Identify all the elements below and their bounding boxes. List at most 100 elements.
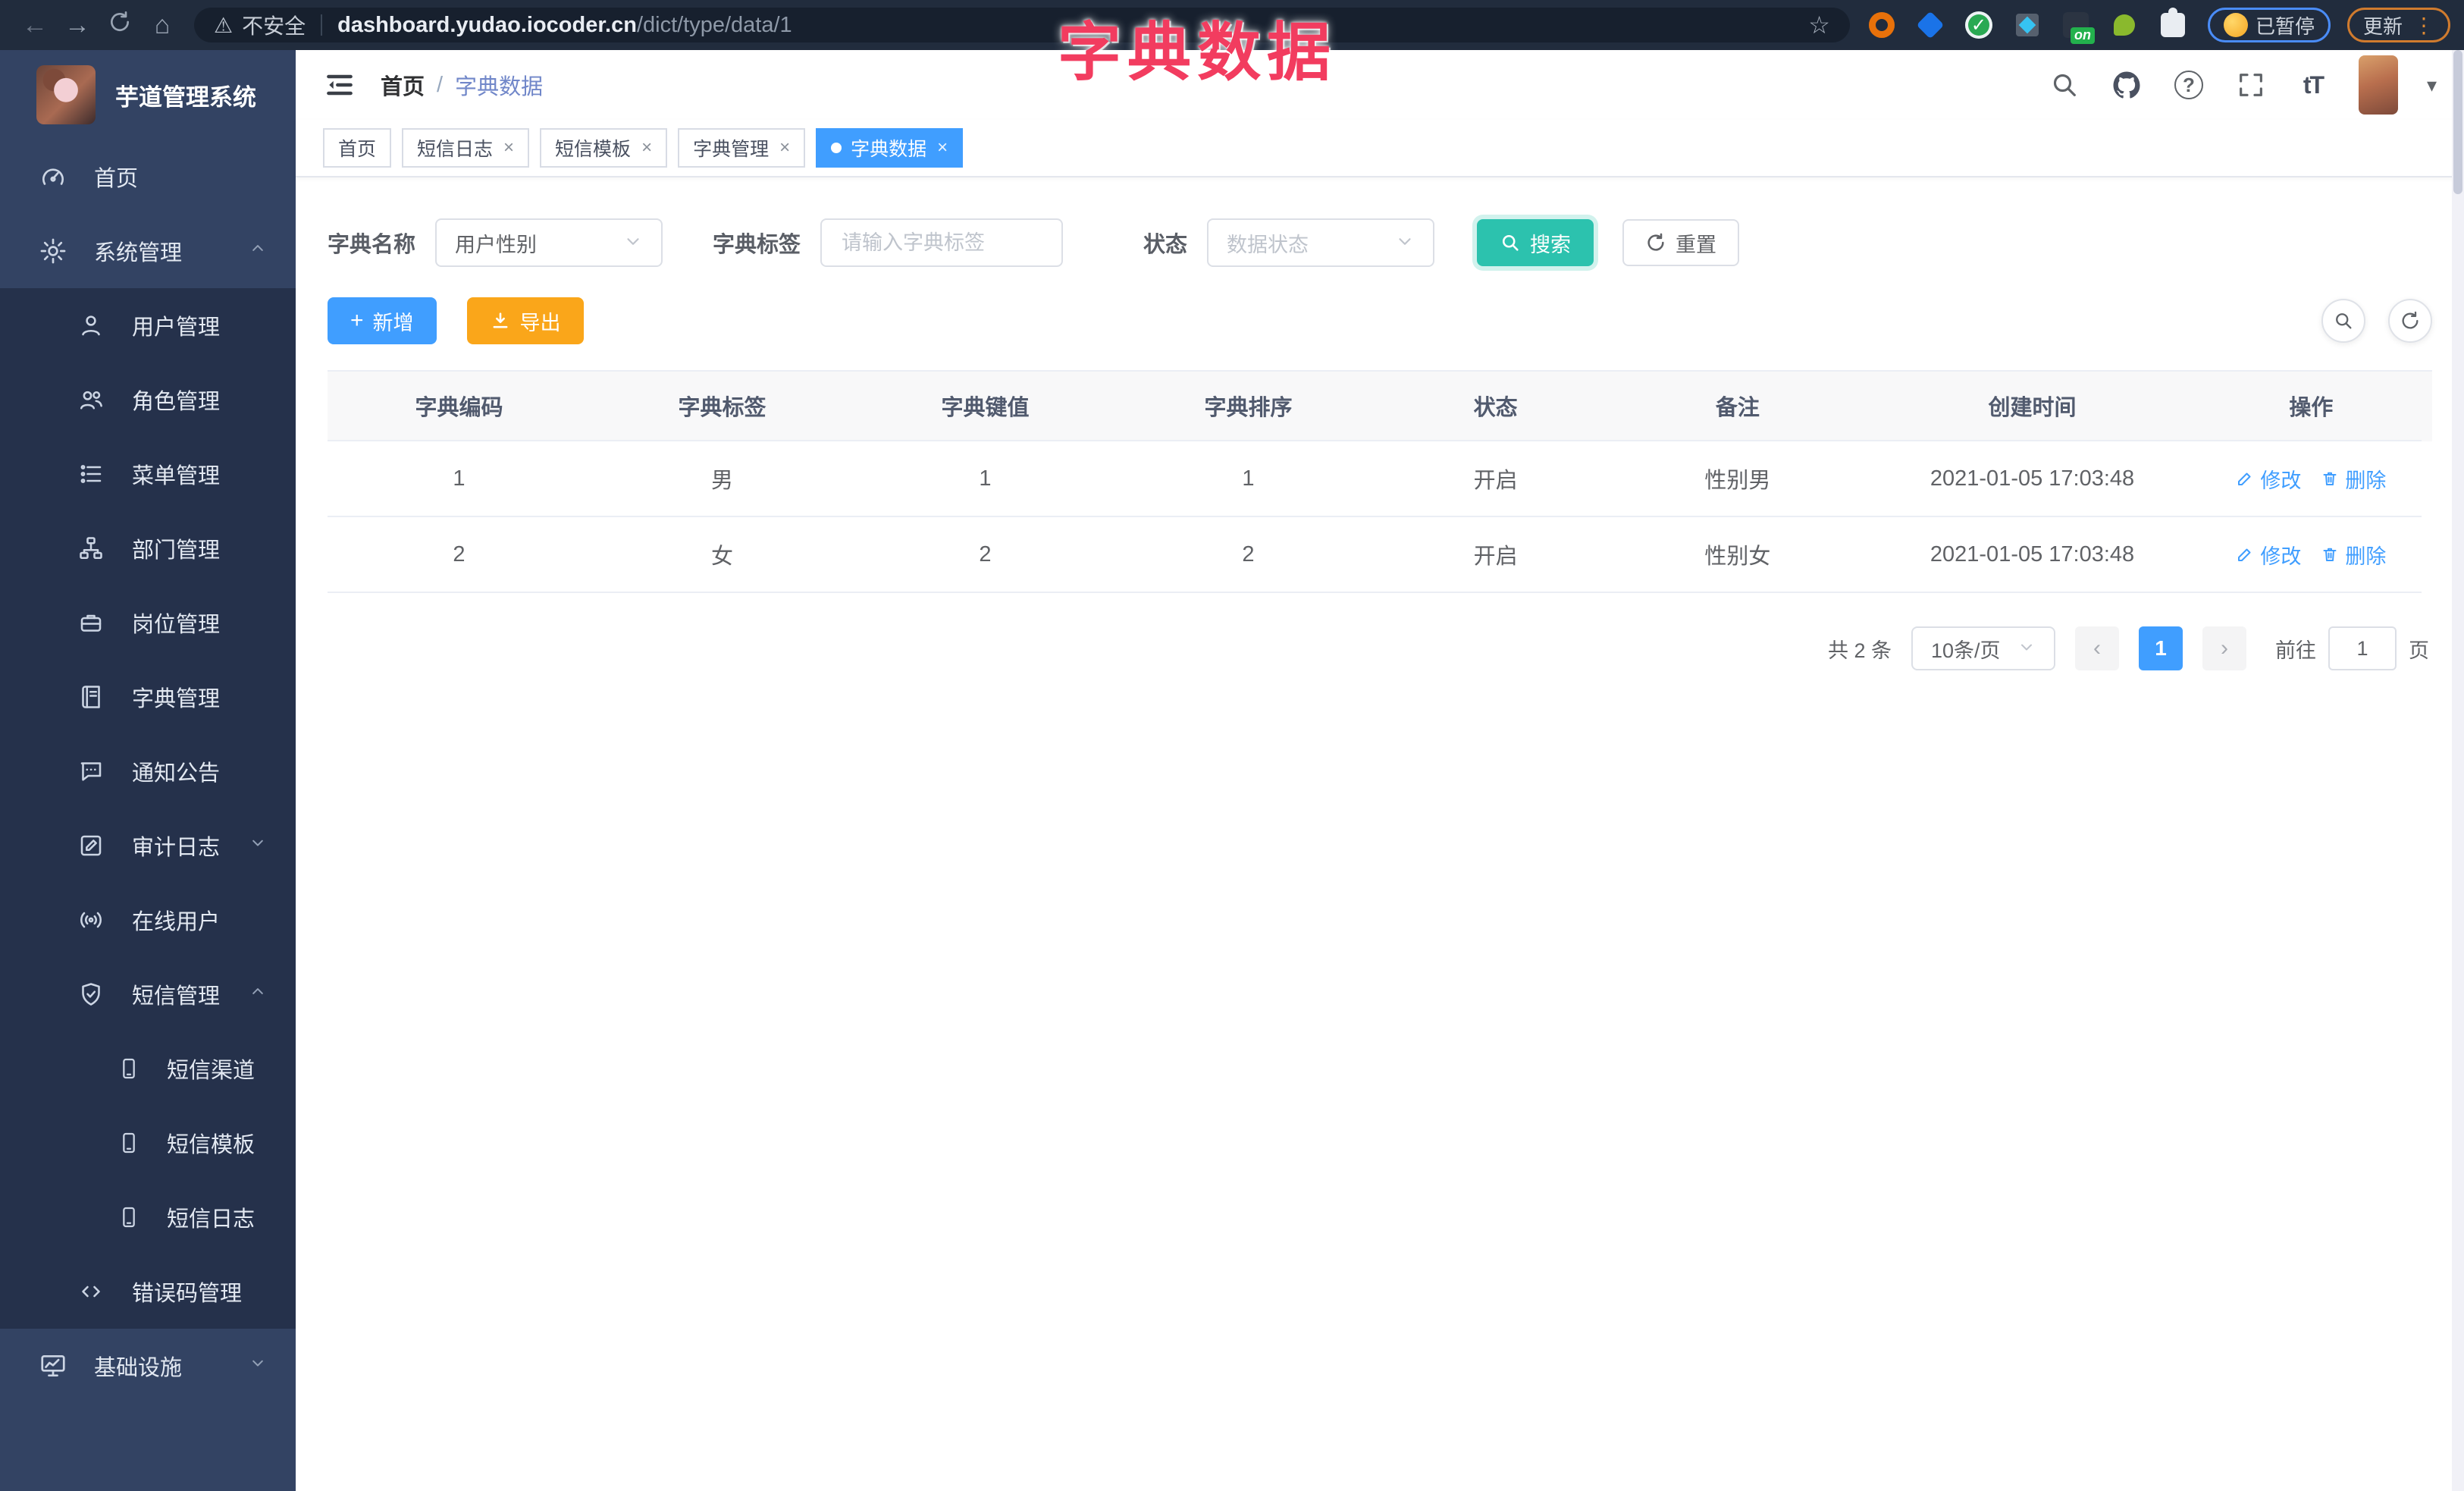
extension-puzzle-icon[interactable] [2158,8,2188,40]
reset-button[interactable]: 重置 [1622,219,1740,266]
chevron-down-icon [2017,638,2036,660]
table-toolbar: + 新增 导出 [328,297,2432,344]
fullscreen-icon[interactable] [2234,68,2268,102]
add-button[interactable]: + 新增 [328,297,437,344]
sidebar-item-post-mgmt[interactable]: 岗位管理 [0,585,296,660]
extension-orange-icon[interactable] [1867,10,1897,40]
close-icon[interactable]: × [937,137,948,159]
breadcrumb-home[interactable]: 首页 [381,69,425,101]
avatar-caret-icon[interactable]: ▾ [2427,74,2437,97]
browser-chrome: ← → ⌂ ⚠ 不安全 dashboard.yudao.iocoder.cn/d… [0,0,2464,50]
github-icon[interactable] [2110,68,2143,102]
chat-bubble-icon [76,756,106,786]
sidebar-item-sms-log[interactable]: 短信日志 [0,1180,296,1254]
sidebar-item-role-mgmt[interactable]: 角色管理 [0,363,296,437]
row-actions: 修改 删除 [2236,464,2386,494]
monitor-chart-icon [38,1351,68,1381]
col-header: 备注 [1611,372,1864,441]
sidebar-item-sms-template[interactable]: 短信模板 [0,1106,296,1180]
plus-icon: + [350,308,364,333]
online-signal-icon [76,905,106,935]
dict-name-select[interactable]: 用户性别 [435,218,663,267]
extension-sprout-icon[interactable] [2109,10,2140,40]
scrollbar-thumb[interactable] [2453,50,2462,194]
current-page-button[interactable]: 1 [2139,626,2183,670]
browser-forward-icon[interactable]: → [56,11,99,40]
sidebar-item-label: 短信管理 [132,984,221,1009]
sidebar-item-notice[interactable]: 通知公告 [0,734,296,808]
profile-paused-chip[interactable]: 已暂停 [2207,8,2331,42]
goto-page: 前往 页 [2275,626,2429,670]
close-icon[interactable]: × [503,137,514,159]
browser-reload-icon[interactable] [99,10,141,41]
tab-dict-mgmt[interactable]: 字典管理 × [678,128,806,168]
sidebar-item-label: 部门管理 [132,538,221,563]
close-icon[interactable]: × [641,137,652,159]
help-icon[interactable]: ? [2172,68,2205,102]
browser-home-icon[interactable]: ⌂ [141,11,183,40]
edit-link[interactable]: 修改 [2236,540,2301,570]
font-size-icon[interactable]: tT [2296,68,2330,102]
extension-check-icon[interactable]: ✓ [1964,10,1994,40]
phone-icon [114,1202,144,1232]
sidebar-item-menu-mgmt[interactable]: 菜单管理 [0,437,296,511]
dict-label-input[interactable] [840,230,1044,256]
table-header-row: 字典编码 字典标签 字典键值 字典排序 状态 备注 创建时间 操作 [328,372,2432,441]
chevron-down-icon [247,1352,268,1380]
extension-gem-icon[interactable] [1915,10,1945,40]
close-icon[interactable]: × [779,137,790,159]
tab-label: 短信模板 [555,139,632,160]
browser-menu-icon[interactable]: ⋮ [2413,13,2434,38]
delete-link[interactable]: 删除 [2321,540,2386,570]
hamburger-icon[interactable] [323,68,356,102]
export-button[interactable]: 导出 [466,297,584,344]
cell-status: 开启 [1380,517,1612,593]
toggle-search-button[interactable] [2321,299,2365,343]
breadcrumb-separator: / [437,72,444,97]
user-avatar[interactable] [2358,55,2398,115]
sidebar-item-label: 首页 [94,167,139,191]
extension-on-icon[interactable]: on [2061,10,2095,44]
browser-scrollbar[interactable] [2452,50,2464,1491]
status-select[interactable]: 数据状态 [1207,218,1435,267]
browser-back-icon[interactable]: ← [14,11,56,40]
col-header: 字典编码 [328,372,591,441]
goto-page-input[interactable] [2328,626,2397,670]
cell-remark: 性别男 [1611,441,1864,517]
sidebar-item-audit-log[interactable]: 审计日志 [0,808,296,883]
page-size-select[interactable]: 10条/页 [1911,626,2055,670]
sidebar-item-dept-mgmt[interactable]: 部门管理 [0,511,296,585]
tab-sms-log[interactable]: 短信日志 × [402,128,530,168]
sidebar-item-home[interactable]: 首页 [0,140,296,214]
sidebar-item-infrastructure[interactable]: 基础设施 [0,1329,296,1403]
export-button-label: 导出 [519,311,561,334]
screen: ← → ⌂ ⚠ 不安全 dashboard.yudao.iocoder.cn/d… [0,0,2464,1491]
browser-address-bar[interactable]: ⚠ 不安全 dashboard.yudao.iocoder.cn/dict/ty… [194,8,1850,42]
bookmark-star-icon[interactable]: ☆ [1808,11,1830,39]
dict-name-label: 字典名称 [328,233,416,257]
sidebar-item-dict-mgmt[interactable]: 字典管理 [0,660,296,734]
extension-diamond-icon[interactable] [2012,10,2042,40]
next-page-button[interactable]: › [2202,626,2246,670]
sidebar-item-user-mgmt[interactable]: 用户管理 [0,288,296,363]
edit-link[interactable]: 修改 [2236,464,2301,494]
sidebar-item-system[interactable]: 系统管理 [0,214,296,288]
refresh-button[interactable] [2388,299,2432,343]
sidebar-item-error-code[interactable]: 错误码管理 [0,1254,296,1329]
search-button[interactable]: 搜索 [1477,219,1594,266]
col-header: 字典键值 [854,372,1117,441]
delete-link[interactable]: 删除 [2321,464,2386,494]
sidebar-item-online-users[interactable]: 在线用户 [0,883,296,957]
add-button-label: 新增 [372,311,414,334]
tab-sms-template[interactable]: 短信模板 × [540,128,668,168]
search-icon[interactable] [2048,68,2081,102]
browser-update-button[interactable]: 更新 ⋮ [2346,8,2450,42]
sidebar-item-sms-mgmt[interactable]: 短信管理 [0,957,296,1031]
search-button-label: 搜索 [1530,233,1572,256]
tab-dict-data[interactable]: 字典数据 × [816,128,964,168]
tab-home[interactable]: 首页 [323,128,392,168]
prev-page-button[interactable]: ‹ [2075,626,2119,670]
app-logo[interactable]: 芋道管理系统 [0,50,296,140]
profile-avatar-icon [2223,13,2248,37]
sidebar-item-sms-channel[interactable]: 短信渠道 [0,1031,296,1106]
